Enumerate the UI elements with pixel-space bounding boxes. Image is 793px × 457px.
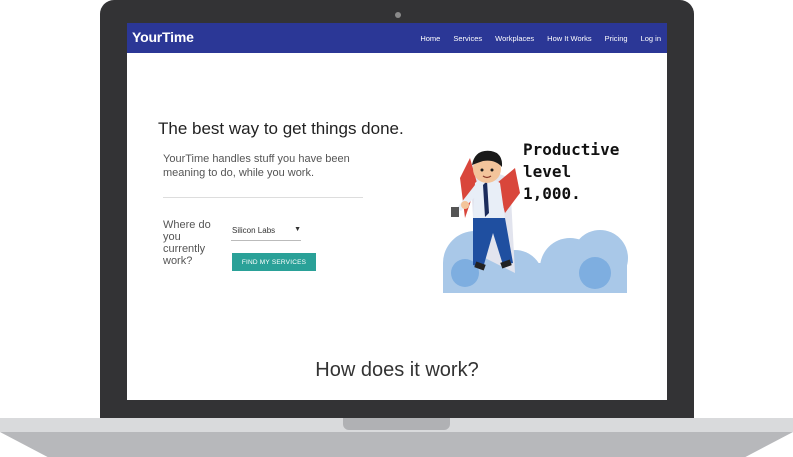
laptop-base-bottom [0,432,793,457]
workplace-label: Where do you currently work? [163,219,211,267]
nav-home[interactable]: Home [420,34,440,43]
nav-login[interactable]: Log in [641,34,661,43]
hero-headline: The best way to get things done. [158,119,404,138]
laptop-notch [343,418,450,430]
hero-subhead: YourTime handles stuff you have been mea… [163,153,350,179]
section-title: How does it work? [315,359,479,381]
brand-logo[interactable]: YourTime [132,29,194,45]
screen: YourTime Home Services Workplaces How It… [127,23,667,400]
nav-workplaces[interactable]: Workplaces [495,34,534,43]
nav-menu: Home Services Workplaces How It Works Pr… [420,23,661,53]
divider [163,197,363,198]
nav-how-it-works[interactable]: How It Works [547,34,591,43]
webcam-icon [395,12,401,18]
illustration-caption: Productive level 1,000. [523,139,619,205]
find-my-services-button[interactable]: FIND MY SERVICES [232,253,316,271]
caption-line-1: Productive [523,140,620,159]
caret-down-icon: ▼ [294,226,301,233]
workplace-select-value: Silicon Labs [232,226,276,235]
nav-pricing[interactable]: Pricing [605,34,628,43]
caption-line-3: 1,000. [523,184,581,203]
caption-line-2: level [523,162,572,181]
nav-services[interactable]: Services [453,34,482,43]
navbar: YourTime Home Services Workplaces How It… [127,23,667,53]
workplace-select[interactable]: Silicon Labs ▼ [231,224,301,241]
